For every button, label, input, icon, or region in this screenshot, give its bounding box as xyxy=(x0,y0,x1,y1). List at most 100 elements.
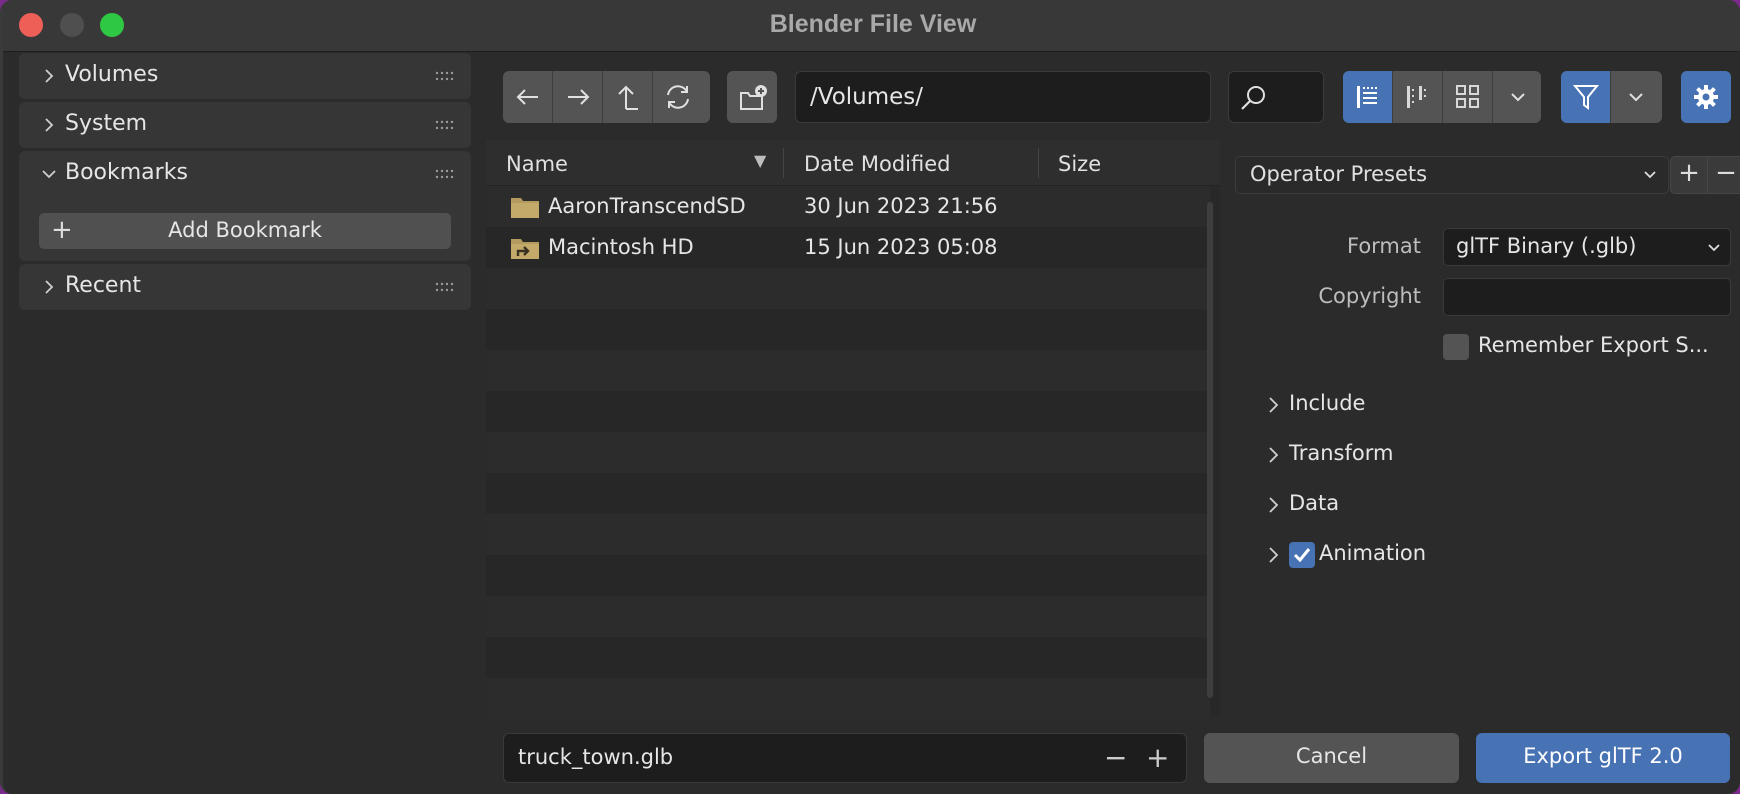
section-label: Data xyxy=(1289,491,1340,515)
directory-path-text: /Volumes/ xyxy=(810,84,924,110)
back-button[interactable] xyxy=(503,71,553,123)
chevron-right-icon xyxy=(45,280,54,294)
sidebar: Volumes System Bookmarks + Add Bookmark xyxy=(3,53,483,794)
display-settings-dropdown[interactable] xyxy=(1493,71,1541,123)
empty-row xyxy=(486,596,1210,637)
file-name: AaronTranscendSD xyxy=(548,194,746,218)
column-separator[interactable] xyxy=(1038,148,1039,178)
filter-group xyxy=(1561,71,1662,123)
filter-toggle-button[interactable] xyxy=(1561,71,1611,123)
settings-group xyxy=(1681,71,1731,123)
checkmark-icon xyxy=(1293,548,1311,563)
window-title: Blender File View xyxy=(769,10,977,38)
format-select[interactable]: glTF Binary (.glb) xyxy=(1443,228,1731,266)
vertical-scrollbar[interactable] xyxy=(1207,202,1213,698)
drag-grip-icon[interactable] xyxy=(435,282,457,292)
filter-dropdown[interactable] xyxy=(1611,71,1661,123)
empty-row xyxy=(486,391,1210,432)
export-label: Export glTF 2.0 xyxy=(1523,744,1683,768)
column-size-header[interactable]: Size xyxy=(1058,152,1101,176)
add-preset-button[interactable]: + xyxy=(1670,156,1708,194)
file-list: Name ▼ Date Modified Size AaronTranscend… xyxy=(486,140,1220,719)
chevron-right-icon xyxy=(1269,497,1279,513)
section-animation[interactable]: Animation xyxy=(1265,539,1465,571)
empty-row xyxy=(486,432,1210,473)
empty-row xyxy=(486,514,1210,555)
panel-system[interactable]: System xyxy=(19,102,471,148)
drag-grip-icon[interactable] xyxy=(435,120,457,130)
file-browser-window: Blender File View Volumes System Bookmar… xyxy=(0,0,1740,794)
chevron-right-icon xyxy=(1269,397,1279,413)
empty-row xyxy=(486,350,1210,391)
new-folder-button[interactable] xyxy=(727,71,777,123)
section-data[interactable]: Data xyxy=(1265,489,1465,521)
new-folder-group xyxy=(727,71,777,123)
animation-checkbox[interactable] xyxy=(1289,542,1315,568)
display-mode-group xyxy=(1343,71,1541,123)
panel-bookmarks: Bookmarks + Add Bookmark xyxy=(19,151,471,261)
chevron-right-icon xyxy=(45,118,54,132)
settings-toggle-button[interactable] xyxy=(1681,71,1731,123)
chevron-down-icon xyxy=(1644,171,1656,179)
section-include[interactable]: Include xyxy=(1265,389,1465,421)
panel-label: Recent xyxy=(65,273,142,298)
new-folder-icon xyxy=(740,85,767,110)
export-button[interactable]: Export glTF 2.0 xyxy=(1476,733,1730,783)
file-date: 15 Jun 2023 05:08 xyxy=(804,235,998,259)
format-value: glTF Binary (.glb) xyxy=(1456,234,1637,258)
section-transform[interactable]: Transform xyxy=(1265,439,1465,471)
drag-grip-icon[interactable] xyxy=(435,71,457,81)
thumbnails-icon xyxy=(1456,85,1479,108)
add-bookmark-label: Add Bookmark xyxy=(168,218,322,242)
sort-descending-icon[interactable]: ▼ xyxy=(754,151,766,170)
vertical-list-button[interactable] xyxy=(1343,71,1393,123)
export-properties-panel: Operator Presets + − Format glTF Binary … xyxy=(1221,140,1740,716)
title-bar: Blender File View xyxy=(3,0,1740,52)
column-date-header[interactable]: Date Modified xyxy=(804,152,950,176)
folder-link-icon xyxy=(511,239,539,259)
copyright-field[interactable] xyxy=(1443,278,1731,316)
arrow-left-icon xyxy=(516,89,538,105)
filename-input[interactable]: truck_town.glb − + xyxy=(503,733,1187,783)
chevron-down-icon xyxy=(1511,93,1525,102)
section-label: Animation xyxy=(1319,541,1427,565)
format-label: Format xyxy=(1346,234,1421,258)
file-row[interactable]: Macintosh HD 15 Jun 2023 05:08 xyxy=(486,227,1210,268)
panel-label: Volumes xyxy=(65,62,159,87)
drag-grip-icon[interactable] xyxy=(435,169,457,179)
remember-export-settings-checkbox[interactable] xyxy=(1443,334,1469,360)
remove-preset-button[interactable]: − xyxy=(1707,156,1740,194)
filename-text: truck_town.glb xyxy=(518,745,674,769)
cancel-label: Cancel xyxy=(1295,744,1368,768)
parent-directory-button[interactable] xyxy=(603,71,653,123)
panel-label: System xyxy=(65,111,148,136)
horizontal-list-icon xyxy=(1407,86,1426,108)
thumbnails-button[interactable] xyxy=(1443,71,1493,123)
column-name-header[interactable]: Name xyxy=(506,152,568,176)
column-separator[interactable] xyxy=(783,148,784,178)
refresh-button[interactable] xyxy=(653,71,703,123)
horizontal-list-button[interactable] xyxy=(1393,71,1443,123)
cancel-button[interactable]: Cancel xyxy=(1204,733,1459,783)
directory-path-input[interactable]: /Volumes/ xyxy=(795,71,1211,123)
empty-row xyxy=(486,473,1210,514)
panel-bookmarks-header[interactable]: Bookmarks xyxy=(19,151,471,197)
gear-icon xyxy=(1694,85,1718,109)
search-input[interactable] xyxy=(1228,71,1324,123)
chevron-right-icon xyxy=(1269,547,1279,563)
file-date: 30 Jun 2023 21:56 xyxy=(804,194,998,218)
forward-button[interactable] xyxy=(553,71,603,123)
chevron-right-icon xyxy=(45,69,54,83)
empty-row xyxy=(486,637,1210,678)
empty-row xyxy=(486,268,1210,309)
remember-export-settings-label: Remember Export S... xyxy=(1478,333,1709,357)
operator-presets-dropdown[interactable]: Operator Presets xyxy=(1235,156,1669,194)
panel-recent[interactable]: Recent xyxy=(19,264,471,310)
decrement-filename-button[interactable]: − xyxy=(1104,741,1127,774)
add-bookmark-button[interactable]: + Add Bookmark xyxy=(39,213,451,249)
increment-filename-button[interactable]: + xyxy=(1146,741,1169,774)
panel-volumes[interactable]: Volumes xyxy=(19,53,471,99)
section-label: Transform xyxy=(1289,441,1394,465)
file-row[interactable]: AaronTranscendSD 30 Jun 2023 21:56 xyxy=(486,186,1210,227)
chevron-down-icon xyxy=(1629,93,1643,102)
